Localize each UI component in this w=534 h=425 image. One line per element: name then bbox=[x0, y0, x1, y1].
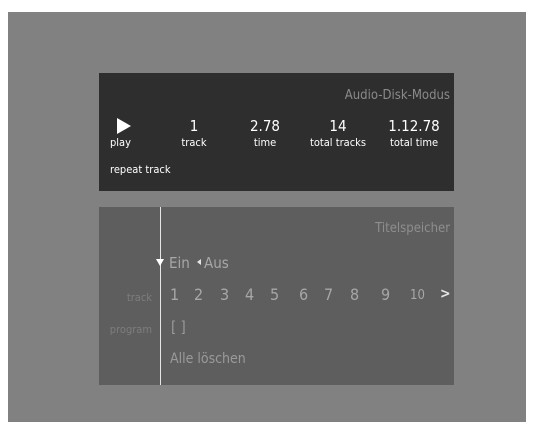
track-number[interactable]: 9 bbox=[381, 285, 390, 304]
play-icon bbox=[117, 118, 131, 134]
total-time-value: 1.12.78 bbox=[388, 117, 440, 135]
track-number[interactable]: 5 bbox=[270, 285, 279, 304]
mode-title: Audio-Disk-Modus bbox=[344, 88, 450, 103]
total-tracks-label: total tracks bbox=[309, 136, 367, 149]
cursor-arrow-icon bbox=[156, 259, 164, 266]
track-value: 1 bbox=[189, 117, 199, 135]
track-number[interactable]: 8 bbox=[350, 285, 359, 304]
program-title: Titelspeicher bbox=[375, 221, 450, 236]
time-label: time bbox=[253, 136, 277, 149]
repeat-label: repeat track bbox=[110, 163, 171, 176]
total-tracks-status: 14 total tracks bbox=[303, 117, 373, 150]
time-value: 2.78 bbox=[249, 117, 281, 135]
program-panel: Titelspeicher Ein Aus track program 1 2 … bbox=[99, 207, 454, 385]
track-number[interactable]: 2 bbox=[194, 285, 203, 304]
play-status: play bbox=[110, 118, 138, 149]
selector-arrow-icon bbox=[197, 259, 201, 265]
total-tracks-value: 14 bbox=[329, 117, 347, 135]
divider-line bbox=[160, 207, 161, 385]
track-label: track bbox=[181, 136, 207, 149]
track-number[interactable]: 10 bbox=[410, 288, 425, 303]
track-number[interactable]: 7 bbox=[324, 285, 333, 304]
on-option[interactable]: Ein bbox=[169, 254, 190, 272]
track-row-label: track bbox=[126, 291, 152, 304]
clear-all-button[interactable]: Alle löschen bbox=[170, 351, 246, 367]
track-number[interactable]: 4 bbox=[245, 285, 254, 304]
play-label: play bbox=[110, 136, 131, 149]
track-status: 1 track bbox=[174, 117, 214, 150]
track-number[interactable]: 1 bbox=[170, 285, 179, 304]
program-row-label: program bbox=[109, 323, 152, 336]
status-panel: Audio-Disk-Modus play 1 track 2.78 time … bbox=[99, 73, 454, 191]
next-arrow-icon[interactable]: > bbox=[440, 286, 451, 302]
time-status: 2.78 time bbox=[243, 117, 287, 150]
off-option[interactable]: Aus bbox=[204, 254, 229, 272]
program-value: [ ] bbox=[171, 318, 186, 336]
track-number[interactable]: 3 bbox=[220, 285, 229, 304]
total-time-label: total time bbox=[389, 136, 439, 149]
track-number[interactable]: 6 bbox=[299, 285, 308, 304]
total-time-status: 1.12.78 total time bbox=[379, 117, 449, 150]
